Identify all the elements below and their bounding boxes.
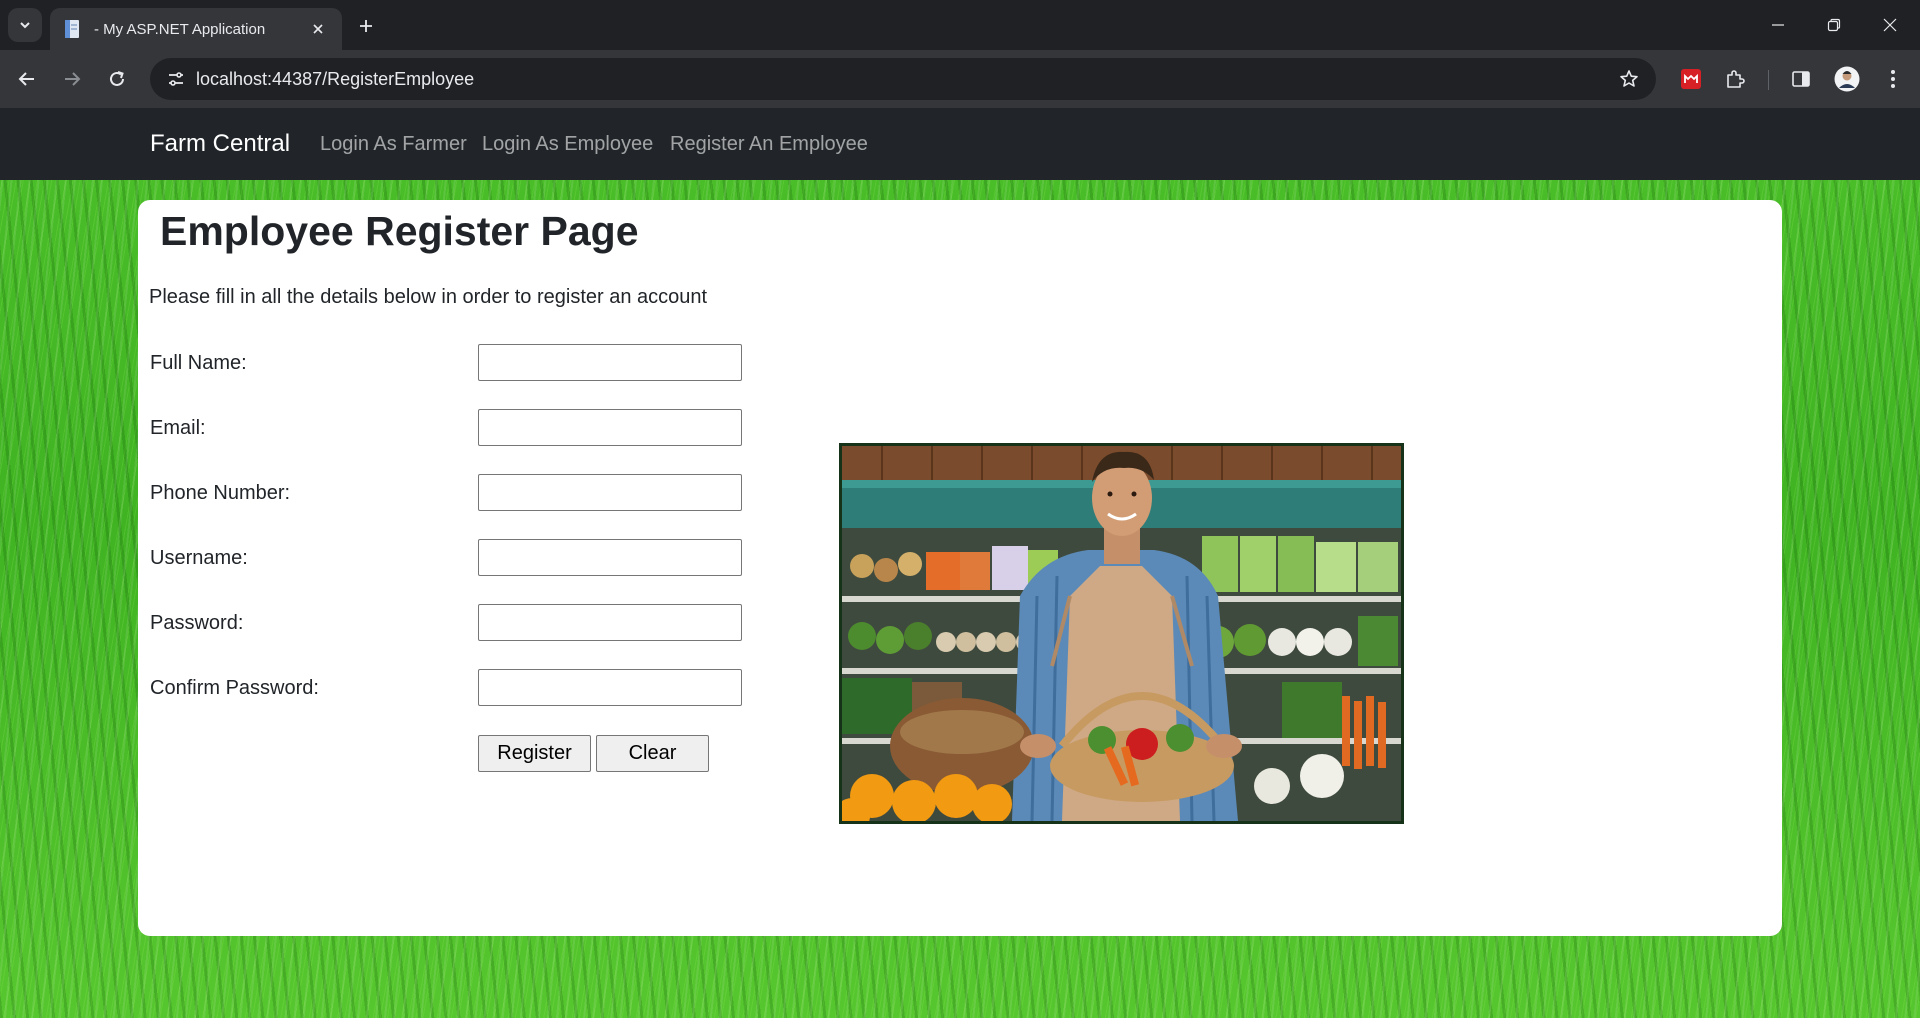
close-window-button[interactable] <box>1862 0 1918 50</box>
minimize-button[interactable] <box>1750 0 1806 50</box>
page-viewport: Farm Central Login As Farmer Login As Em… <box>0 108 1920 1018</box>
confirm-password-label: Confirm Password: <box>150 677 319 699</box>
browser-tabstrip: - My ASP.NET Application <box>0 0 1920 50</box>
avatar-icon[interactable] <box>1830 62 1864 96</box>
minimize-icon <box>1772 24 1784 26</box>
phone-number-input[interactable] <box>478 474 742 511</box>
browser-tab-active[interactable]: - My ASP.NET Application <box>50 8 342 50</box>
register-card: Employee Register Page Please fill in al… <box>138 200 1782 936</box>
star-icon[interactable] <box>1616 66 1642 92</box>
email-input[interactable] <box>478 409 742 446</box>
page-title: Employee Register Page <box>160 208 639 254</box>
phone-number-label: Phone Number: <box>150 482 291 504</box>
toolbar-separator <box>1768 70 1769 90</box>
mendeley-icon[interactable] <box>1674 62 1708 96</box>
password-input[interactable] <box>478 604 742 641</box>
arrow-left-icon <box>18 72 34 86</box>
nav-login-farmer[interactable]: Login As Farmer <box>320 108 467 180</box>
close-window-icon <box>1883 18 1897 32</box>
nav-register-employee[interactable]: Register An Employee <box>670 108 868 180</box>
restore-button[interactable] <box>1806 0 1862 50</box>
plus-icon <box>360 20 372 32</box>
email-label: Email: <box>150 417 206 439</box>
document-icon <box>62 19 82 39</box>
username-label: Username: <box>150 547 248 569</box>
forward-button[interactable] <box>55 62 89 96</box>
brand-link[interactable]: Farm Central <box>150 108 290 180</box>
nav-login-employee[interactable]: Login As Employee <box>482 108 653 180</box>
tab-title: - My ASP.NET Application <box>94 20 266 38</box>
reload-button[interactable] <box>100 62 134 96</box>
password-label: Password: <box>150 612 244 634</box>
tune-icon[interactable] <box>160 63 192 95</box>
address-bar[interactable]: localhost:44387/RegisterEmployee <box>150 58 1656 100</box>
employee-photo <box>839 443 1404 824</box>
intro-text: Please fill in all the details below in … <box>149 286 708 308</box>
reload-icon <box>110 71 124 86</box>
url-text: localhost:44387/RegisterEmployee <box>196 69 475 89</box>
chevron-down-icon <box>20 22 30 29</box>
confirm-password-input[interactable] <box>478 669 742 706</box>
full-name-label: Full Name: <box>150 352 247 374</box>
site-navbar: Farm Central Login As Farmer Login As Em… <box>0 108 1920 180</box>
back-button[interactable] <box>10 62 44 96</box>
browser-toolbar: localhost:44387/RegisterEmployee <box>0 50 1920 108</box>
new-tab-button[interactable] <box>352 12 380 40</box>
register-button[interactable]: Register <box>478 735 591 772</box>
username-input[interactable] <box>478 539 742 576</box>
clear-button[interactable]: Clear <box>596 735 709 772</box>
close-icon[interactable] <box>306 17 330 41</box>
full-name-input[interactable] <box>478 344 742 381</box>
kebab-menu-icon[interactable] <box>1876 62 1910 96</box>
side-panel-icon[interactable] <box>1784 62 1818 96</box>
tab-search-button[interactable] <box>8 8 42 42</box>
puzzle-icon[interactable] <box>1718 62 1752 96</box>
arrow-right-icon <box>65 72 81 86</box>
restore-icon <box>1827 18 1841 32</box>
